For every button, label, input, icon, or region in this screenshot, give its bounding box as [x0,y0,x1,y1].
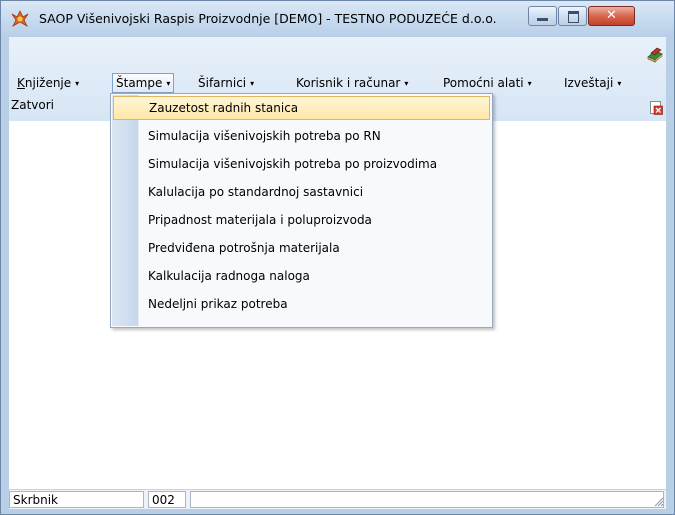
menu-pomocni-label: Pomoćni alati [443,76,524,90]
minimize-button[interactable] [528,6,557,26]
menu-item-simulacija-proizvodi[interactable]: Simulacija višenivojskih potreba po proi… [113,152,490,176]
menu-stampe-label: Štampe [116,76,163,90]
menu-izvestaji[interactable]: Izveštaji ▾ [561,73,624,93]
menu-item-simulacija-rn[interactable]: Simulacija višenivojskih potreba po RN [113,124,490,148]
status-info [190,491,664,508]
status-bar: Skrbnik 002 [9,489,666,509]
menu-item-nedeljni-prikaz[interactable]: Nedeljni prikaz potreba [113,292,490,316]
chevron-down-icon: ▾ [527,79,532,88]
menu-korisnik-label: Korisnik i računar [296,76,401,90]
books-icon[interactable] [646,47,664,63]
chevron-down-icon: ▾ [75,79,80,88]
status-user: Skrbnik [9,491,144,508]
chevron-down-icon: ▾ [404,79,409,88]
maximize-icon [568,11,579,23]
menu-izvestaji-label: Izveštaji [564,76,614,90]
menu-knjizenje[interactable]: Knjiženje ▾ [14,73,82,93]
close-document-icon[interactable] [650,101,663,115]
close-window-button[interactable]: ✕ [588,6,635,26]
app-window: SAOP Višenivojski Raspis Proizvodnje [DE… [0,0,675,515]
maximize-button[interactable] [558,6,587,26]
menu-item-kalkulacija-naloga[interactable]: Kalkulacija radnoga naloga [113,264,490,288]
close-icon: ✕ [606,8,617,23]
menu-item-kalkulacija-sastavnica[interactable]: Kalulacija po standardnoj sastavnici [113,180,490,204]
chevron-down-icon: ▾ [166,79,171,88]
menu-korisnik[interactable]: Korisnik i računar ▾ [293,73,411,93]
menu-knjizenje-label: njiženje [24,76,72,90]
app-logo-icon [11,10,29,28]
menu-pomocni-alati[interactable]: Pomoćni alati ▾ [440,73,535,93]
menu-item-potrosnja[interactable]: Predviđena potrošnja materijala [113,236,490,260]
menu-stampe[interactable]: Štampe ▾ [112,73,175,93]
menu-item-pripadnost[interactable]: Pripadnost materijala i poluproizvoda [113,208,490,232]
menu-sifarnici-label: Šifarnici [198,76,247,90]
status-code: 002 [148,491,186,508]
menu-item-zauzetost[interactable]: Zauzetost radnih stanica [113,96,490,120]
stampe-dropdown-menu: Zauzetost radnih stanica Simulacija više… [110,93,493,328]
chevron-down-icon: ▾ [250,79,255,88]
title-bar[interactable]: SAOP Višenivojski Raspis Proizvodnje [DE… [1,1,674,37]
menu-sifarnici[interactable]: Šifarnici ▾ [195,73,257,93]
chevron-down-icon: ▾ [617,79,622,88]
window-title: SAOP Višenivojski Raspis Proizvodnje [DE… [39,11,497,26]
close-document-button[interactable]: Zatvori [11,97,54,113]
minimize-icon [537,18,548,21]
client-area: Knjiženje ▾ Štampe ▾ Šifarnici ▾ Korisnik i… [9,37,666,509]
resize-grip-icon[interactable] [654,497,664,507]
